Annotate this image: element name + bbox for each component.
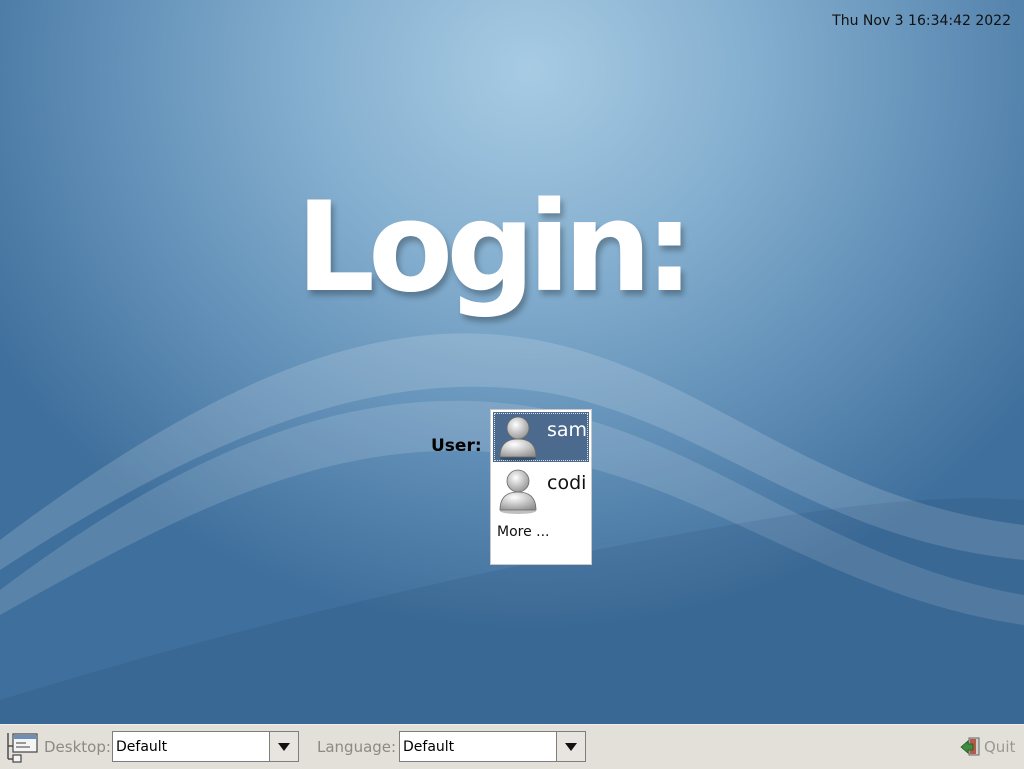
- language-dropdown-button[interactable]: [556, 731, 586, 762]
- desktop-select[interactable]: Default: [112, 731, 299, 762]
- user-name: codi: [547, 472, 587, 494]
- user-item-codi[interactable]: codi: [493, 465, 589, 515]
- taskbar: Desktop: Default Language: Default Quit: [0, 724, 1024, 769]
- language-select[interactable]: Default: [399, 731, 586, 762]
- user-name: sam: [547, 419, 588, 441]
- exit-icon: [960, 737, 980, 756]
- user-list[interactable]: sam codi More ...: [490, 409, 592, 565]
- user-item-sam[interactable]: sam: [493, 412, 589, 462]
- chevron-down-icon: [278, 743, 290, 751]
- quit-label: Quit: [984, 738, 1016, 756]
- user-avatar-icon: [499, 416, 537, 461]
- clock: Thu Nov 3 16:34:42 2022: [832, 13, 1011, 29]
- more-users-item[interactable]: More ...: [497, 522, 557, 542]
- desktop-dropdown-button[interactable]: [269, 731, 299, 762]
- desktop-select-value: Default: [116, 739, 168, 755]
- session-menu-icon[interactable]: [5, 731, 39, 763]
- background-waves: [0, 333, 1024, 724]
- chevron-down-icon: [565, 743, 577, 751]
- desktop-label: Desktop:: [44, 738, 111, 756]
- quit-button[interactable]: Quit: [960, 737, 1016, 757]
- login-title: Login:: [296, 176, 694, 320]
- language-label: Language:: [317, 738, 397, 756]
- language-select-value: Default: [403, 739, 455, 755]
- user-avatar-icon: [499, 469, 537, 514]
- user-label: User:: [431, 436, 482, 456]
